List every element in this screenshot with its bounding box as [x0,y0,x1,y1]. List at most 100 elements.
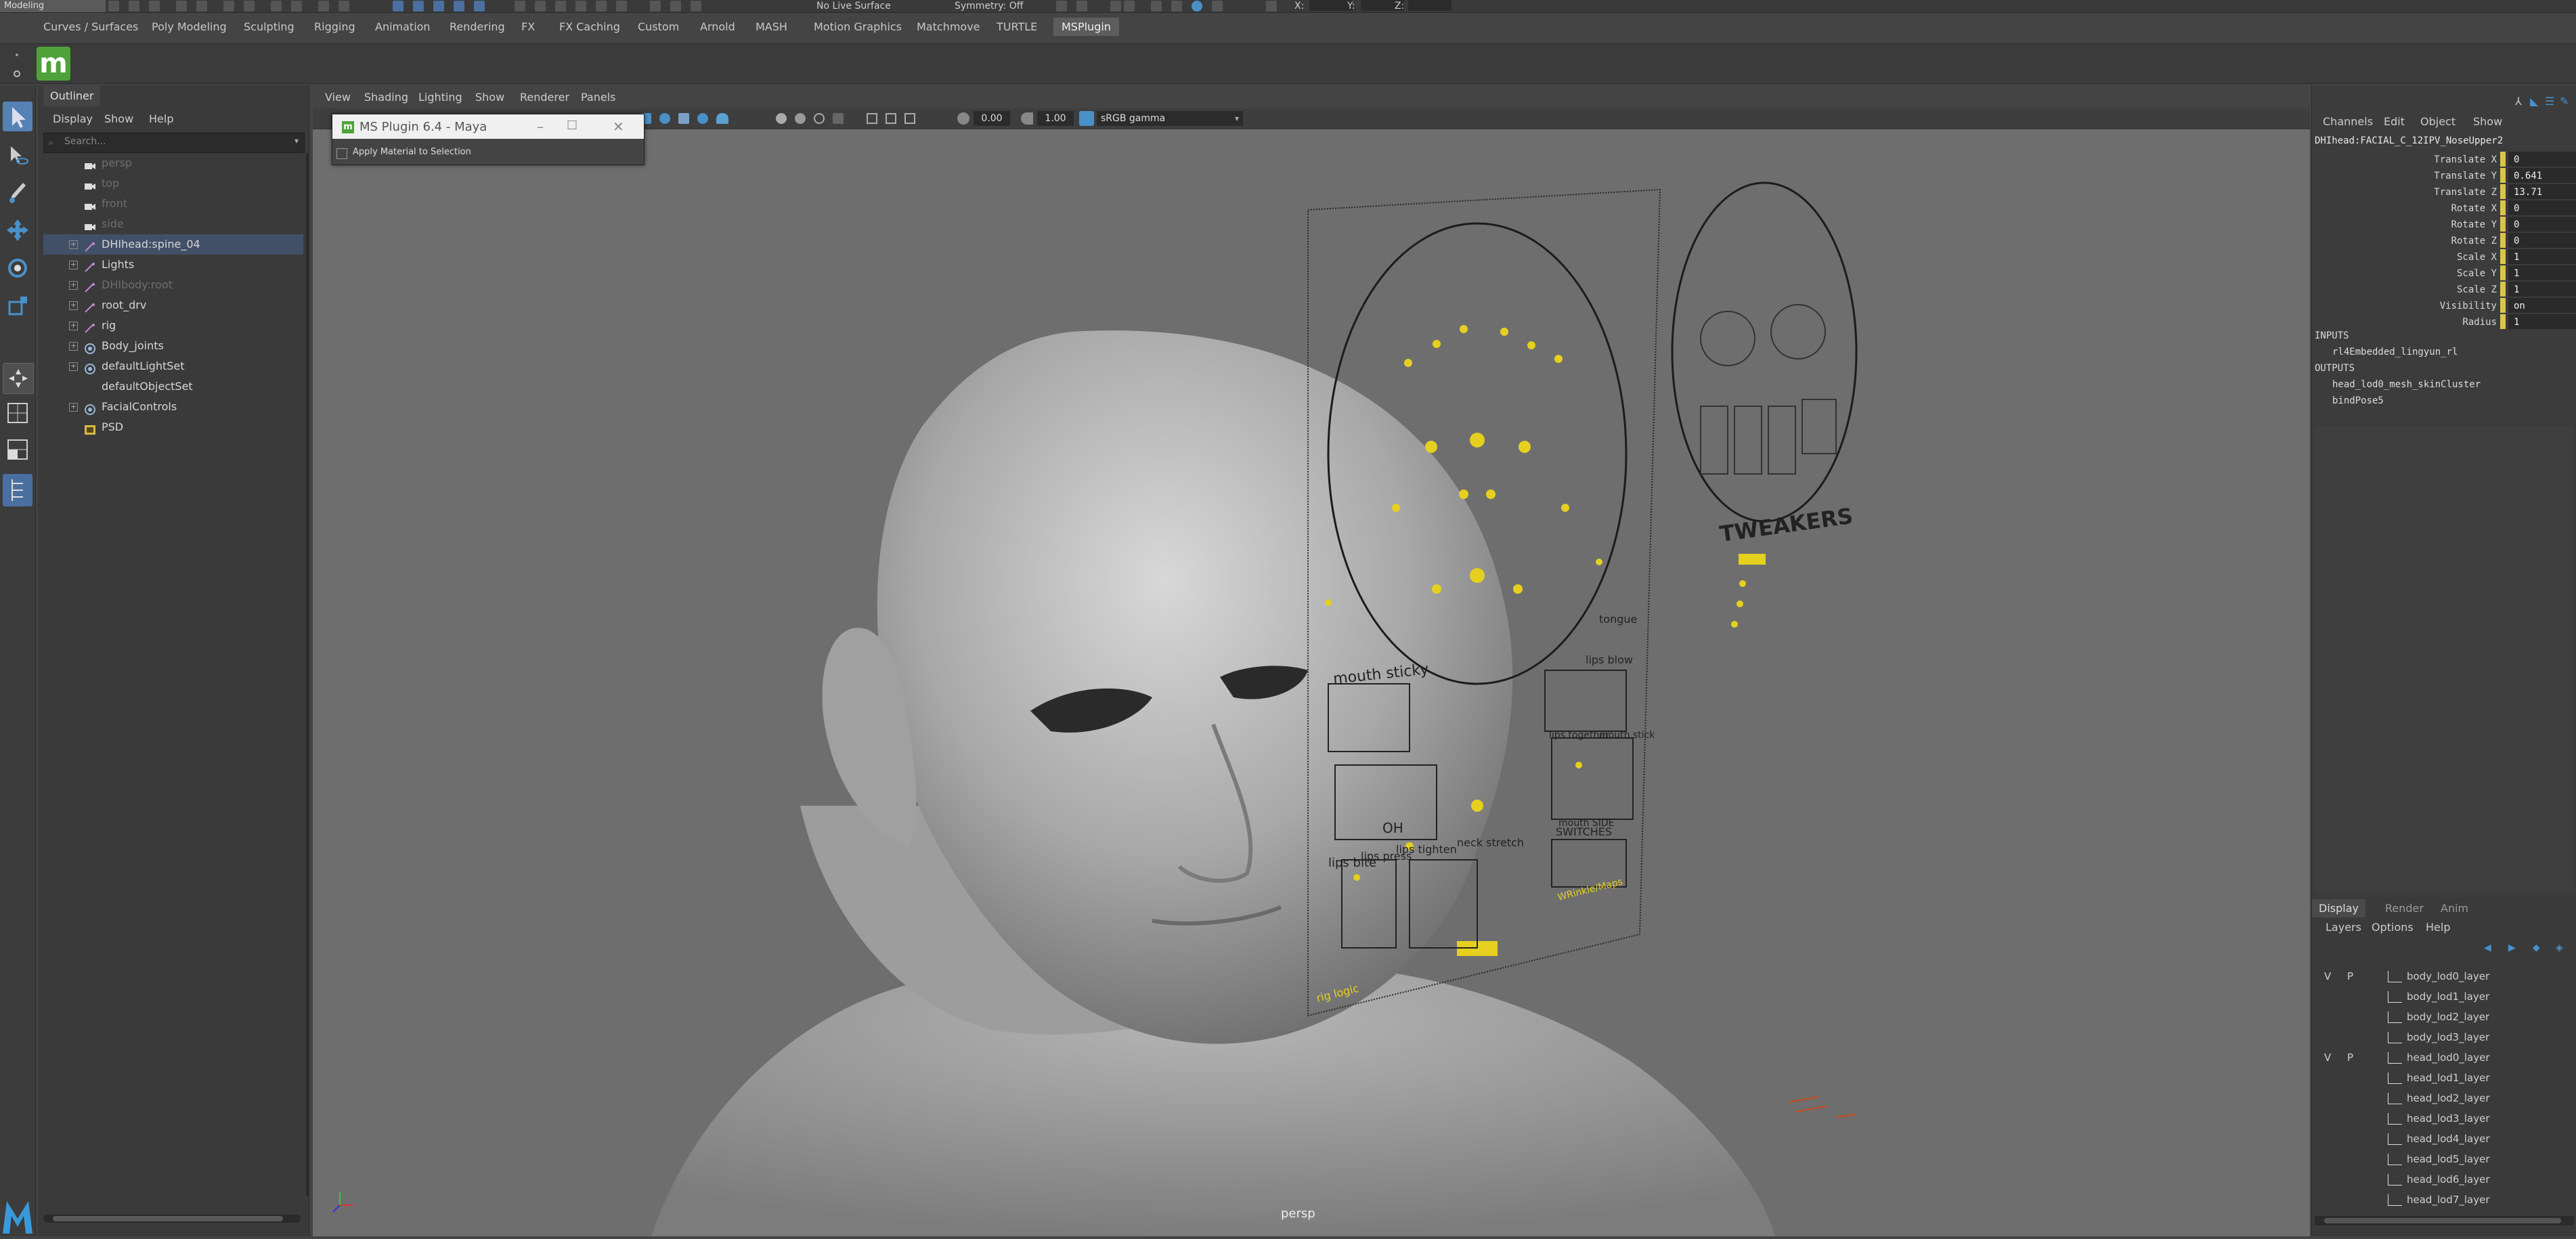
textured-icon[interactable] [678,113,689,124]
outliner-search-input[interactable]: ⌕ Search... ▾ [43,133,305,153]
layer-visibility-toggle[interactable]: V [2324,967,2338,986]
xray-joints-icon[interactable] [904,113,915,124]
outliner-hscroll-thumb[interactable] [53,1216,283,1221]
layer-row[interactable]: body_lod2_layer [2315,1007,2574,1026]
outliner-layout-icon[interactable] [3,474,32,506]
select-handles-icon[interactable] [339,1,349,12]
layer-row[interactable]: V Phead_lod0_layer [2315,1048,2574,1067]
layer-row[interactable]: head_lod3_layer [2315,1109,2574,1128]
layout-single-icon[interactable] [3,401,32,427]
shelf-tab-custom[interactable]: Custom [638,20,679,33]
rotate-tool-icon[interactable] [3,253,32,283]
symmetry-label[interactable]: Symmetry: Off [955,0,1023,12]
play-icon[interactable] [1056,1,1067,12]
shelf-tab-animation[interactable]: Animation [375,20,431,33]
output-node-bindpose[interactable]: bindPose5 [2332,395,2384,406]
paint-select-icon[interactable] [291,1,302,12]
render-settings-icon[interactable] [691,1,701,12]
lights-icon[interactable] [697,113,708,124]
expand-icon[interactable]: + [69,403,78,412]
expand-icon[interactable]: + [69,322,78,330]
expand-icon[interactable]: + [69,281,78,290]
history-icon[interactable] [515,1,525,12]
scale-tool-icon[interactable] [3,291,32,321]
select-joints-icon[interactable] [318,1,329,12]
outliner-item[interactable]: + rig [43,316,303,336]
layer-menu-options[interactable]: Options [2372,921,2414,934]
outliner-item[interactable]: side [43,214,303,234]
viewport-menu-view[interactable]: View [325,91,351,104]
shelf-tab-rigging[interactable]: Rigging [314,20,355,33]
move-layer-down-icon[interactable]: ▶ [2508,942,2516,953]
shelf-tab-motion-graphics[interactable]: Motion Graphics [814,20,902,33]
channel-row[interactable]: Translate Z 13.71 [2312,184,2576,200]
layer-visibility-toggle[interactable]: V [2324,1048,2338,1067]
attribute-editor-icon[interactable]: ⅄ [2515,95,2522,108]
outliner-scrollbar[interactable] [306,153,309,1196]
outliner-item[interactable]: + Lights [43,255,303,275]
channel-value-field[interactable]: 1 [2508,282,2576,297]
layer-playback-toggle[interactable]: P [2347,967,2361,986]
layer-row[interactable]: head_lod7_layer [2315,1190,2574,1209]
color-management-icon[interactable] [1079,111,1094,126]
shelf-tab-sculpting[interactable]: Sculpting [244,20,294,33]
snap-surface-icon[interactable] [474,1,485,12]
save-scene-icon[interactable] [149,1,160,12]
channel-row[interactable]: Rotate Z 0 [2312,233,2576,249]
channel-row[interactable]: Scale Y 1 [2312,265,2576,282]
shelf-tab-curves[interactable]: Curves / Surfaces [43,20,138,33]
shelf-tab-mash[interactable]: MASH [756,20,787,33]
sidebar-toggle-icon[interactable] [1124,1,1135,12]
outliner-tab[interactable]: Outliner [43,85,101,106]
move-tool-icon[interactable] [3,215,32,245]
snap-point-icon[interactable] [433,1,444,12]
layer-tab-render[interactable]: Render [2385,902,2424,915]
new-layer-from-selection-icon[interactable]: ◈ [2556,942,2563,953]
shelf-tab-poly-modeling[interactable]: Poly Modeling [152,20,227,33]
layer-tab-display[interactable]: Display [2312,899,2365,917]
outliner-item[interactable]: + Body_joints [43,336,303,356]
msplugin-window[interactable]: m MS Plugin 6.4 - Maya – ☐ ✕ Apply Mater… [332,114,645,165]
motion-blur-icon[interactable] [795,113,806,124]
live-surface-label[interactable]: No Live Surface [816,0,891,12]
new-empty-layer-icon[interactable]: ◆ [2533,942,2540,953]
magnet-icon[interactable] [1110,1,1121,12]
outliner-item[interactable]: + FacialControls [43,397,303,417]
render-frame-icon[interactable] [650,1,661,12]
menu-set-dropdown[interactable]: Modeling [0,0,106,12]
shelf-tab-fx-caching[interactable]: FX Caching [559,20,620,33]
output-ops-icon[interactable] [596,1,607,12]
channel-value-field[interactable]: 1 [2508,249,2576,264]
outliner-item[interactable]: defaultObjectSet [43,376,303,397]
viewport-menu-renderer[interactable]: Renderer [520,91,569,104]
viewport-panel[interactable]: View Shading Lighting Show Renderer Pane… [313,85,2310,1236]
channel-value-field[interactable]: on [2508,298,2576,313]
dependency-icon[interactable] [555,1,566,12]
search-options-icon[interactable]: ▾ [294,136,299,146]
expand-icon[interactable]: + [69,240,78,249]
layer-menu-layers[interactable]: Layers [2326,921,2361,934]
open-scene-icon[interactable] [129,1,139,12]
viewport-scene[interactable]: mouth sticky tongue lips blow lips toget… [313,129,2310,1236]
outliner-menu-display[interactable]: Display [53,112,93,125]
construction-icon[interactable] [535,1,546,12]
gamma-field[interactable]: 1.00 [1037,111,1074,126]
viewport-menu-panels[interactable]: Panels [581,91,616,104]
shelf-tab-msplugin[interactable]: MSPlugin [1053,18,1119,36]
viewport-menu-show[interactable]: Show [475,91,504,104]
redo-icon[interactable] [196,1,207,12]
channel-value-field[interactable]: 0 [2508,200,2576,215]
input-ops-icon[interactable] [575,1,586,12]
channel-menu-edit[interactable]: Edit [2384,115,2405,128]
channel-menu-channels[interactable]: Channels [2323,115,2373,128]
channel-row[interactable]: Scale X 1 [2312,249,2576,265]
maximize-icon[interactable]: ☐ [567,118,577,133]
channel-menu-object[interactable]: Object [2420,115,2455,128]
viewport-menu-lighting[interactable]: Lighting [418,91,462,104]
xform-icon[interactable] [616,1,627,12]
channel-value-field[interactable]: 0.641 [2508,168,2576,183]
channel-row[interactable]: Translate X 0 [2312,152,2576,168]
channel-row[interactable]: Scale Z 1 [2312,282,2576,298]
msplugin-shelf-button[interactable]: m [37,47,70,81]
shadows-icon[interactable] [716,113,728,124]
